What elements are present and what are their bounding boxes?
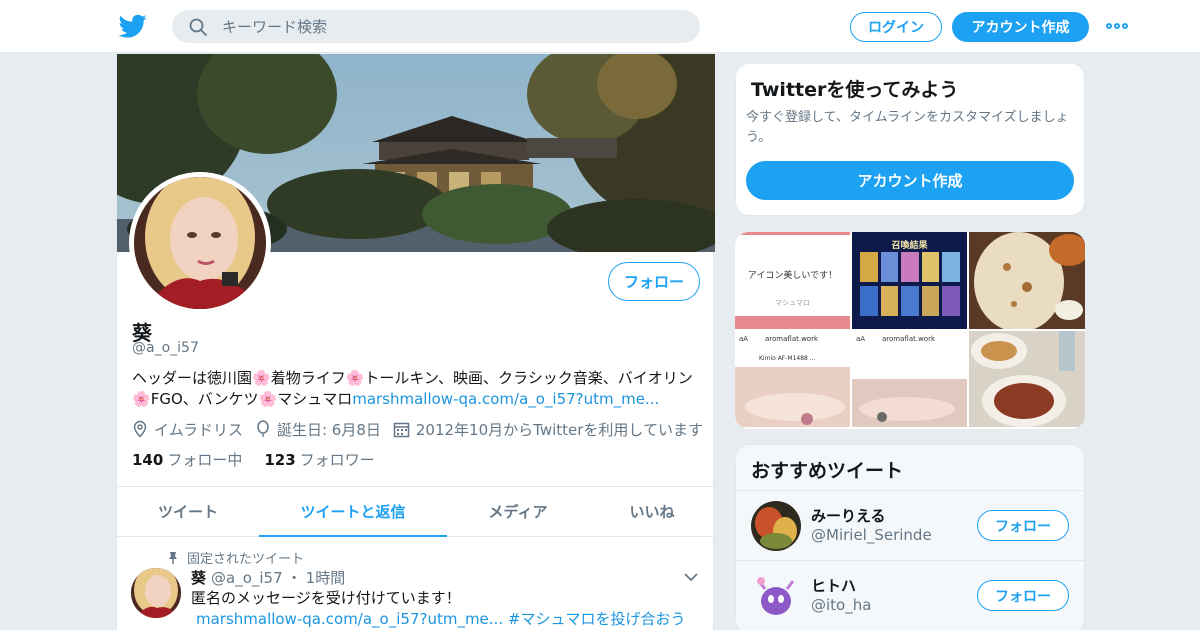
recommended-user-avatar[interactable] xyxy=(751,501,801,551)
calendar-icon xyxy=(393,422,410,437)
pin-icon xyxy=(169,551,177,564)
balloon-icon xyxy=(257,420,269,437)
media-thumbnail[interactable] xyxy=(969,331,1085,427)
recommended-user-handle[interactable]: @ito_ha xyxy=(811,596,871,614)
bio-link[interactable]: marshmallow-qa.com/a_o_i57?utm_me... xyxy=(352,390,659,408)
joined-text: 2012年10月からTwitterを利用しています xyxy=(415,420,703,439)
signup-card-description: 今すぐ登録して、タイムラインをカスタマイズしましょう。 xyxy=(746,110,1069,145)
location-text: イムラドリス xyxy=(154,420,243,439)
profile-handle[interactable]: @a_o_i57 xyxy=(132,340,199,356)
bio-text: 着物ライフ xyxy=(270,369,346,387)
media-thumbnail[interactable] xyxy=(969,232,1085,329)
search-box xyxy=(172,10,700,43)
signup-card: Twitterを使ってみよう 今すぐ登録して、タイムラインをカスタマイズしましょ… xyxy=(735,63,1085,216)
flower-emoji-icon: 🌸 xyxy=(132,390,151,408)
tab-tweets[interactable]: ツイート xyxy=(117,487,259,536)
signup-button[interactable]: アカウント作成 xyxy=(952,12,1089,42)
tab-likes[interactable]: いいね xyxy=(589,487,715,536)
tweet-author-handle[interactable]: @a_o_i57 xyxy=(211,569,283,587)
profile-tabs: ツイート ツイートと返信 メディア いいね xyxy=(117,486,715,537)
tweet-header: 葵 @a_o_i57 ・ 1時間 xyxy=(191,567,346,588)
search-icon xyxy=(189,18,207,36)
chevron-down-icon[interactable] xyxy=(684,572,698,582)
profile-column: フォロー 葵 @a_o_i57 ヘッダーは徳川園🌸着物ライフ🌸トールキン、映画、… xyxy=(116,54,715,630)
twitter-bird-icon[interactable] xyxy=(118,12,148,40)
media-thumbnail[interactable]: aA aromaflat.work Kimio AF-M1488 ... xyxy=(735,331,850,427)
tweet-text: 匿名のメッセージを受け付けています！ marshmallow-qa.com/a_… xyxy=(191,589,686,628)
location-icon xyxy=(133,420,147,438)
flower-emoji-icon: 🌸 xyxy=(258,390,278,408)
tab-media[interactable]: メディア xyxy=(447,487,589,536)
profile-meta: イムラドリス 誕生日: 6月8日 2012年10月からTwitterを利用してい… xyxy=(132,418,715,440)
tweet-avatar[interactable] xyxy=(131,568,181,618)
tweet-hashtag[interactable]: #マシュマロを投げ合おう xyxy=(508,610,686,628)
media-thumbnail[interactable]: aA aromaflat.work xyxy=(852,331,967,427)
media-thumbnail[interactable]: 召喚結果 xyxy=(852,232,967,329)
more-icon[interactable] xyxy=(1106,18,1130,34)
flower-emoji-icon: 🌸 xyxy=(345,369,365,387)
recommended-user-name[interactable]: ヒトハ xyxy=(811,575,856,596)
follow-button[interactable]: フォロー xyxy=(608,262,700,301)
follow-button[interactable]: フォロー xyxy=(977,510,1069,541)
signup-card-button[interactable]: アカウント作成 xyxy=(746,161,1074,200)
follow-button[interactable]: フォロー xyxy=(977,580,1069,611)
tweet-author-name[interactable]: 葵 xyxy=(191,567,206,588)
recommended-tweets-card: おすすめツイート みーりえる @Miriel_Serinde フォロー ヒトハ … xyxy=(735,444,1085,630)
pinned-tweet[interactable]: 固定されたツイート 葵 @a_o_i57 ・ 1時間 匿名のメッセージを受け付け… xyxy=(117,538,715,630)
login-button[interactable]: ログイン xyxy=(850,12,942,42)
bio-text: マシュマロ xyxy=(277,390,353,408)
tab-tweets-and-replies[interactable]: ツイートと返信 xyxy=(259,487,447,537)
bio-text: ヘッダーは徳川園 xyxy=(132,369,253,387)
bio-text: FGO、バンケツ xyxy=(150,390,259,408)
media-thumbnail[interactable]: アイコン美しいです！ マシュマロ xyxy=(735,232,850,329)
recommended-title: おすすめツイート xyxy=(751,460,904,482)
profile-stats: 140 フォロー中 123 フォロワー xyxy=(132,449,375,470)
recommended-user-name[interactable]: みーりえる xyxy=(811,505,886,526)
recommended-user-avatar[interactable] xyxy=(751,571,801,621)
followers-stat[interactable]: 123 フォロワー xyxy=(264,449,374,470)
recommended-user[interactable]: みーりえる @Miriel_Serinde フォロー xyxy=(736,490,1084,560)
signup-card-title: Twitterを使ってみよう xyxy=(751,79,959,101)
pinned-label: 固定されたツイート xyxy=(167,548,304,567)
flower-emoji-icon: 🌸 xyxy=(252,369,271,387)
tweet-time[interactable]: 1時間 xyxy=(306,567,346,588)
profile-bio: ヘッダーは徳川園🌸着物ライフ🌸トールキン、映画、クラシック音楽、バイオリン 🌸FG… xyxy=(132,368,707,410)
profile-avatar[interactable] xyxy=(129,172,271,314)
birthday-text: 誕生日: 6月8日 xyxy=(276,420,381,439)
search-input[interactable] xyxy=(222,10,682,43)
recommended-user-handle[interactable]: @Miriel_Serinde xyxy=(811,526,932,544)
bio-text: トールキン、映画、クラシック音楽、バイオリン xyxy=(364,369,693,387)
top-navigation: ログイン アカウント作成 xyxy=(0,0,1200,53)
recommended-user[interactable]: ヒトハ @ito_ha フォロー xyxy=(736,560,1084,630)
media-grid: アイコン美しいです！ マシュマロ 召喚結果 aA aromaflat.work … xyxy=(735,232,1085,429)
tweet-link[interactable]: marshmallow-qa.com/a_o_i57?utm_me... xyxy=(196,610,503,628)
following-stat[interactable]: 140 フォロー中 xyxy=(132,449,242,470)
